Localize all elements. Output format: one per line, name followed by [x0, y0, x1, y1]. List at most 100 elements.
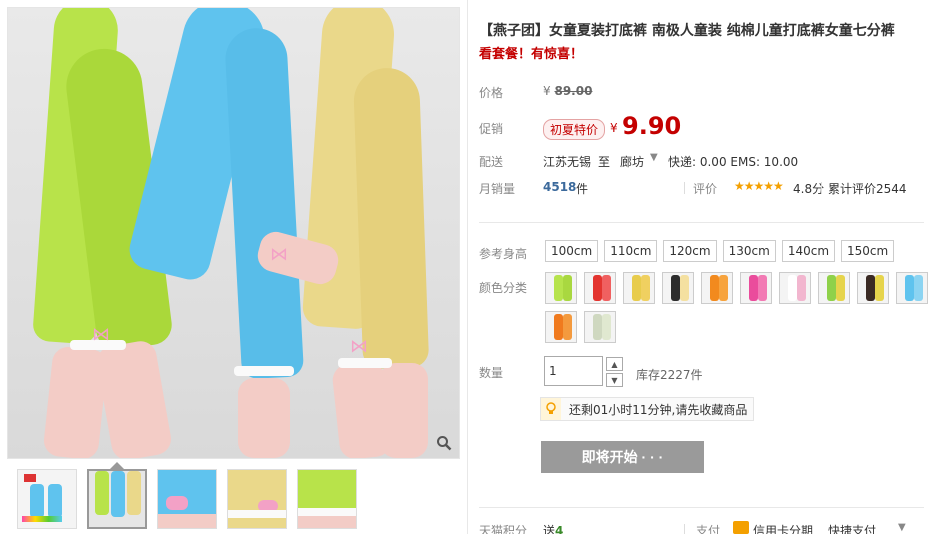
thumbnail-2[interactable] — [87, 469, 147, 529]
separator — [821, 182, 822, 194]
height-option-110[interactable]: 110cm — [604, 240, 658, 262]
divider — [467, 0, 468, 534]
original-price: ¥ 89.00 — [543, 84, 593, 98]
separator — [684, 182, 685, 194]
height-option-140[interactable]: 140cm — [781, 240, 836, 262]
color-swatch-9[interactable] — [857, 272, 889, 304]
product-subtitle[interactable]: 看套餐！有惊喜！ — [479, 43, 583, 62]
rating-label: 评价 — [693, 182, 718, 196]
promo-currency: ¥ — [610, 121, 618, 135]
payment-label: 支付 — [696, 524, 721, 534]
lace-trim — [338, 358, 392, 368]
swatch-legging — [710, 275, 719, 301]
thumbnail-3[interactable] — [157, 469, 217, 529]
price-label: 价格 — [479, 86, 504, 100]
swatch-legging — [914, 275, 923, 301]
color-swatch-11[interactable] — [545, 311, 577, 343]
bow-icon: ⋈ — [92, 324, 110, 345]
swatch-legging — [797, 275, 806, 301]
color-swatch-12[interactable] — [584, 311, 616, 343]
height-option-120[interactable]: 120cm — [663, 240, 717, 262]
color-swatches — [545, 272, 930, 343]
chevron-down-icon[interactable]: ▼ — [898, 522, 906, 533]
height-option-130[interactable]: 130cm — [722, 240, 776, 262]
thumbnail-1[interactable] — [17, 469, 77, 529]
sales-unit: 件 — [576, 182, 589, 196]
swatch-legging — [836, 275, 845, 301]
color-swatch-6[interactable] — [740, 272, 772, 304]
leg-skin — [380, 363, 428, 458]
height-options: 100cm 110cm 120cm 130cm 140cm 150cm — [545, 240, 895, 262]
promo-price: 9.90 — [622, 112, 682, 140]
color-swatch-2[interactable] — [584, 272, 616, 304]
main-product-image[interactable]: ⋈ ⋈ ⋈ — [7, 7, 460, 459]
color-swatch-7[interactable] — [779, 272, 811, 304]
divider — [479, 222, 924, 223]
swatch-legging — [719, 275, 728, 301]
swatch-legging — [788, 275, 797, 301]
bow-icon: ⋈ — [270, 244, 288, 265]
swatch-legging — [563, 314, 572, 340]
separator — [684, 524, 685, 534]
review-count-link[interactable]: 累计评价2544 — [828, 180, 907, 197]
swatch-legging — [758, 275, 767, 301]
swatch-legging — [593, 275, 602, 301]
zoom-icon[interactable] — [433, 432, 455, 454]
swatch-legging — [866, 275, 875, 301]
rating-score: 4.8分 — [793, 182, 825, 196]
star-rating-icon: ★★★★★ — [734, 179, 784, 193]
bow-icon: ⋈ — [350, 336, 368, 357]
leggings-yellow — [352, 66, 430, 370]
quantity-decrease-button[interactable]: ▼ — [606, 373, 623, 387]
height-option-150[interactable]: 150cm — [841, 240, 895, 262]
coming-soon-button[interactable]: 即将开始 · · · — [541, 441, 704, 473]
swatch-legging — [602, 275, 611, 301]
credit-card-installment[interactable]: 信用卡分期 — [753, 522, 813, 534]
quantity-label: 数量 — [479, 366, 504, 380]
product-title: 【燕子团】女童夏装打底裤 南极人童装 纯棉儿童打底裤女童七分裤 — [479, 23, 895, 39]
points-label: 天猫积分 — [479, 524, 528, 534]
quick-pay[interactable]: 快捷支付 — [828, 522, 876, 534]
shipping-label: 配送 — [479, 155, 504, 169]
points-value: 送4 — [543, 524, 564, 534]
color-label: 颜色分类 — [479, 281, 528, 295]
color-swatch-4[interactable] — [662, 272, 694, 304]
color-swatch-3[interactable] — [623, 272, 655, 304]
shipping-to-word: 至 — [598, 155, 611, 169]
sales-count: 4518 — [543, 180, 577, 194]
color-swatch-10[interactable] — [896, 272, 928, 304]
height-option-100[interactable]: 100cm — [545, 240, 599, 262]
quantity-increase-button[interactable]: ▲ — [606, 357, 623, 371]
shipping-fee: 快递: 0.00 EMS: 10.00 — [668, 155, 799, 169]
leg-skin — [238, 378, 290, 458]
divider — [479, 507, 924, 508]
shipping-destination-select[interactable]: 廊坊 — [620, 153, 644, 170]
swatch-legging — [593, 314, 602, 340]
swatch-legging — [554, 275, 563, 301]
swatch-legging — [875, 275, 884, 301]
thumbnail-4[interactable] — [227, 469, 287, 529]
thumbnail-pointer — [110, 462, 124, 469]
color-swatch-8[interactable] — [818, 272, 850, 304]
swatch-legging — [554, 314, 563, 340]
promo-label: 促销 — [479, 122, 504, 136]
promo-badge: 初夏特价 — [543, 119, 606, 140]
swatch-legging — [680, 275, 689, 301]
leggings-blue — [223, 26, 305, 380]
countdown-tip: 还剩01小时11分钟,请先收藏商品 — [540, 397, 754, 421]
shipping-from: 江苏无锡 — [543, 155, 592, 169]
lightbulb-icon — [541, 398, 561, 420]
color-swatch-5[interactable] — [701, 272, 733, 304]
swatch-legging — [905, 275, 914, 301]
height-label: 参考身高 — [479, 247, 528, 261]
quantity-input[interactable] — [544, 356, 603, 386]
color-swatch-1[interactable] — [545, 272, 577, 304]
chevron-down-icon[interactable]: ▼ — [650, 152, 658, 163]
thumbnail-strip — [17, 469, 357, 529]
lace-trim — [234, 366, 294, 376]
leg-skin — [94, 338, 174, 458]
thumbnail-5[interactable] — [297, 469, 357, 529]
countdown-text: 还剩01小时11分钟,请先收藏商品 — [569, 402, 748, 417]
credit-card-icon — [733, 521, 749, 534]
swatch-legging — [827, 275, 836, 301]
